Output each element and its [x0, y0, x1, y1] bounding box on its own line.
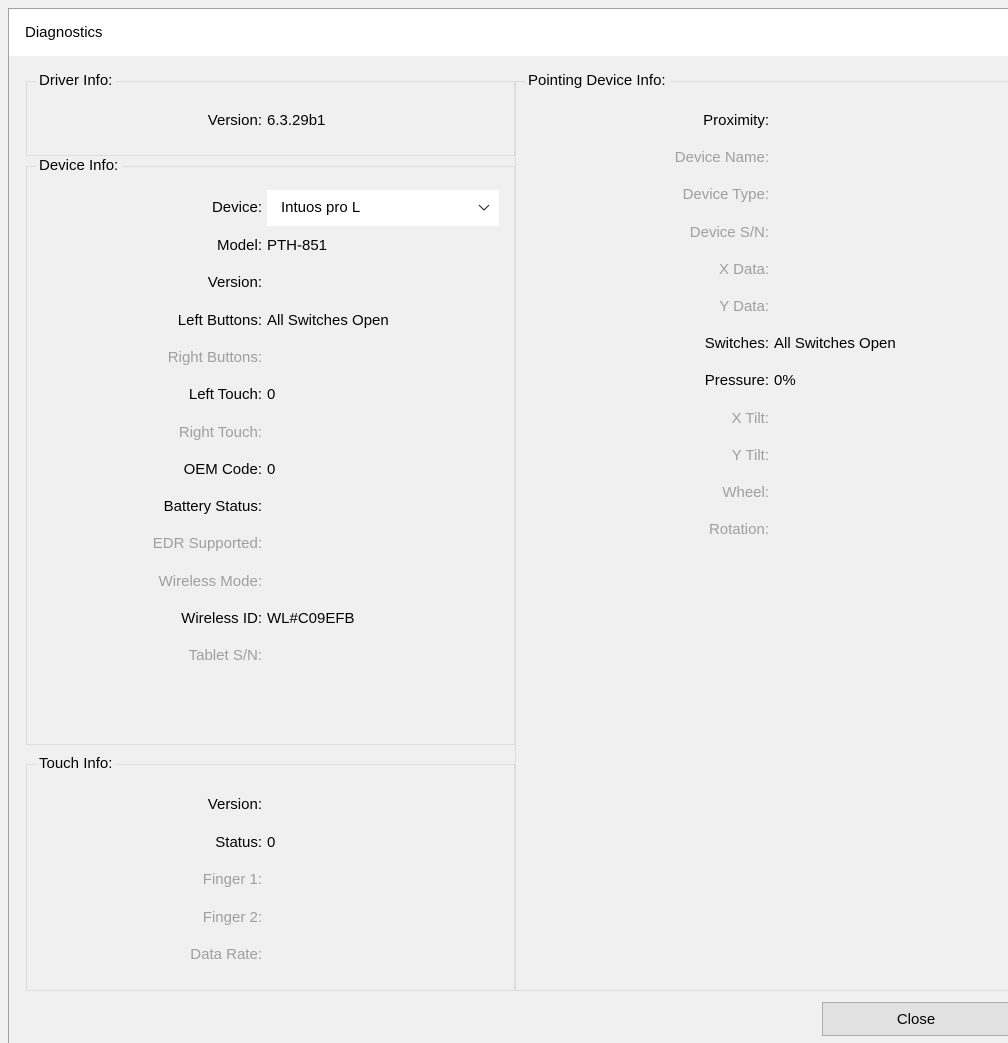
- pointing-info-row: Device S/N:: [9, 222, 769, 244]
- pointing-info-label: Device Name:: [674, 149, 769, 167]
- touch-info-label: Status:: [215, 833, 262, 851]
- pointing-info-label: X Data:: [718, 260, 769, 278]
- pointing-info-label: Wheel:: [722, 484, 769, 501]
- touch-info-row: Finger 1:: [9, 869, 262, 891]
- touch-info-label: Data Rate:: [190, 946, 262, 963]
- pointing-info-row: Device Name:: [9, 147, 769, 169]
- touch-info-value: 0: [267, 833, 276, 851]
- pointing-info-row: Device Type:: [9, 184, 769, 206]
- pointing-info-label: X Tilt:: [731, 409, 769, 427]
- pointing-device-info-title: Pointing Device Info:: [525, 71, 670, 91]
- pointing-info-row: Rotation:: [9, 519, 769, 541]
- pointing-info-row: Y Data:: [9, 296, 769, 318]
- window-title: Diagnostics: [25, 24, 103, 41]
- device-info-label: Wireless ID:: [181, 610, 262, 627]
- pointing-info-value: 0%: [774, 372, 796, 390]
- pointing-info-label: Switches:: [704, 335, 769, 353]
- pointing-info-value: All Switches Open: [774, 335, 896, 353]
- driver-info-title: Driver Info:: [36, 71, 117, 91]
- pointing-info-row: Wheel:: [9, 482, 769, 504]
- pointing-info-row: Y Tilt:: [9, 445, 769, 467]
- touch-info-label: Finger 2:: [202, 908, 262, 926]
- device-info-label: Wireless Mode:: [158, 572, 262, 590]
- pointing-info-row: X Tilt:: [9, 408, 769, 430]
- pointing-info-row: Proximity:: [9, 110, 769, 132]
- device-info-row: Wireless Mode:: [9, 571, 262, 593]
- pointing-info-label: Pressure:: [704, 372, 769, 390]
- pointing-info-label: Y Tilt:: [731, 446, 769, 464]
- touch-info-label: Version:: [207, 796, 262, 813]
- touch-info-row: Data Rate:: [9, 944, 262, 966]
- touch-info-row: Finger 2:: [9, 907, 262, 929]
- pointing-info-label: Device Type:: [682, 186, 769, 204]
- touch-info-row: Version:: [9, 794, 262, 816]
- pointing-info-label: Proximity:: [703, 112, 769, 129]
- touch-info-title: Touch Info:: [36, 754, 117, 774]
- diagnostics-window: Diagnostics Driver Info: Version: 6.3.29…: [8, 8, 1008, 1043]
- device-info-value: WL#C09EFB: [267, 610, 355, 627]
- pointing-info-row: Pressure:: [9, 370, 769, 392]
- pointing-info-row: Switches:: [9, 333, 769, 355]
- pointing-info-label: Rotation:: [708, 521, 769, 539]
- title-bar: Diagnostics: [9, 9, 1008, 56]
- pointing-info-label: Device S/N:: [689, 223, 769, 241]
- device-info-label: Tablet S/N:: [188, 647, 262, 665]
- device-info-row: Wireless ID:: [9, 608, 262, 630]
- touch-info-row: Status:: [9, 832, 262, 854]
- pointing-info-label: Y Data:: [719, 298, 769, 315]
- touch-info-label: Finger 1:: [202, 871, 262, 888]
- pointing-info-row: X Data:: [9, 259, 769, 281]
- close-button[interactable]: Close: [822, 1002, 1008, 1036]
- device-info-row: Tablet S/N:: [9, 645, 262, 667]
